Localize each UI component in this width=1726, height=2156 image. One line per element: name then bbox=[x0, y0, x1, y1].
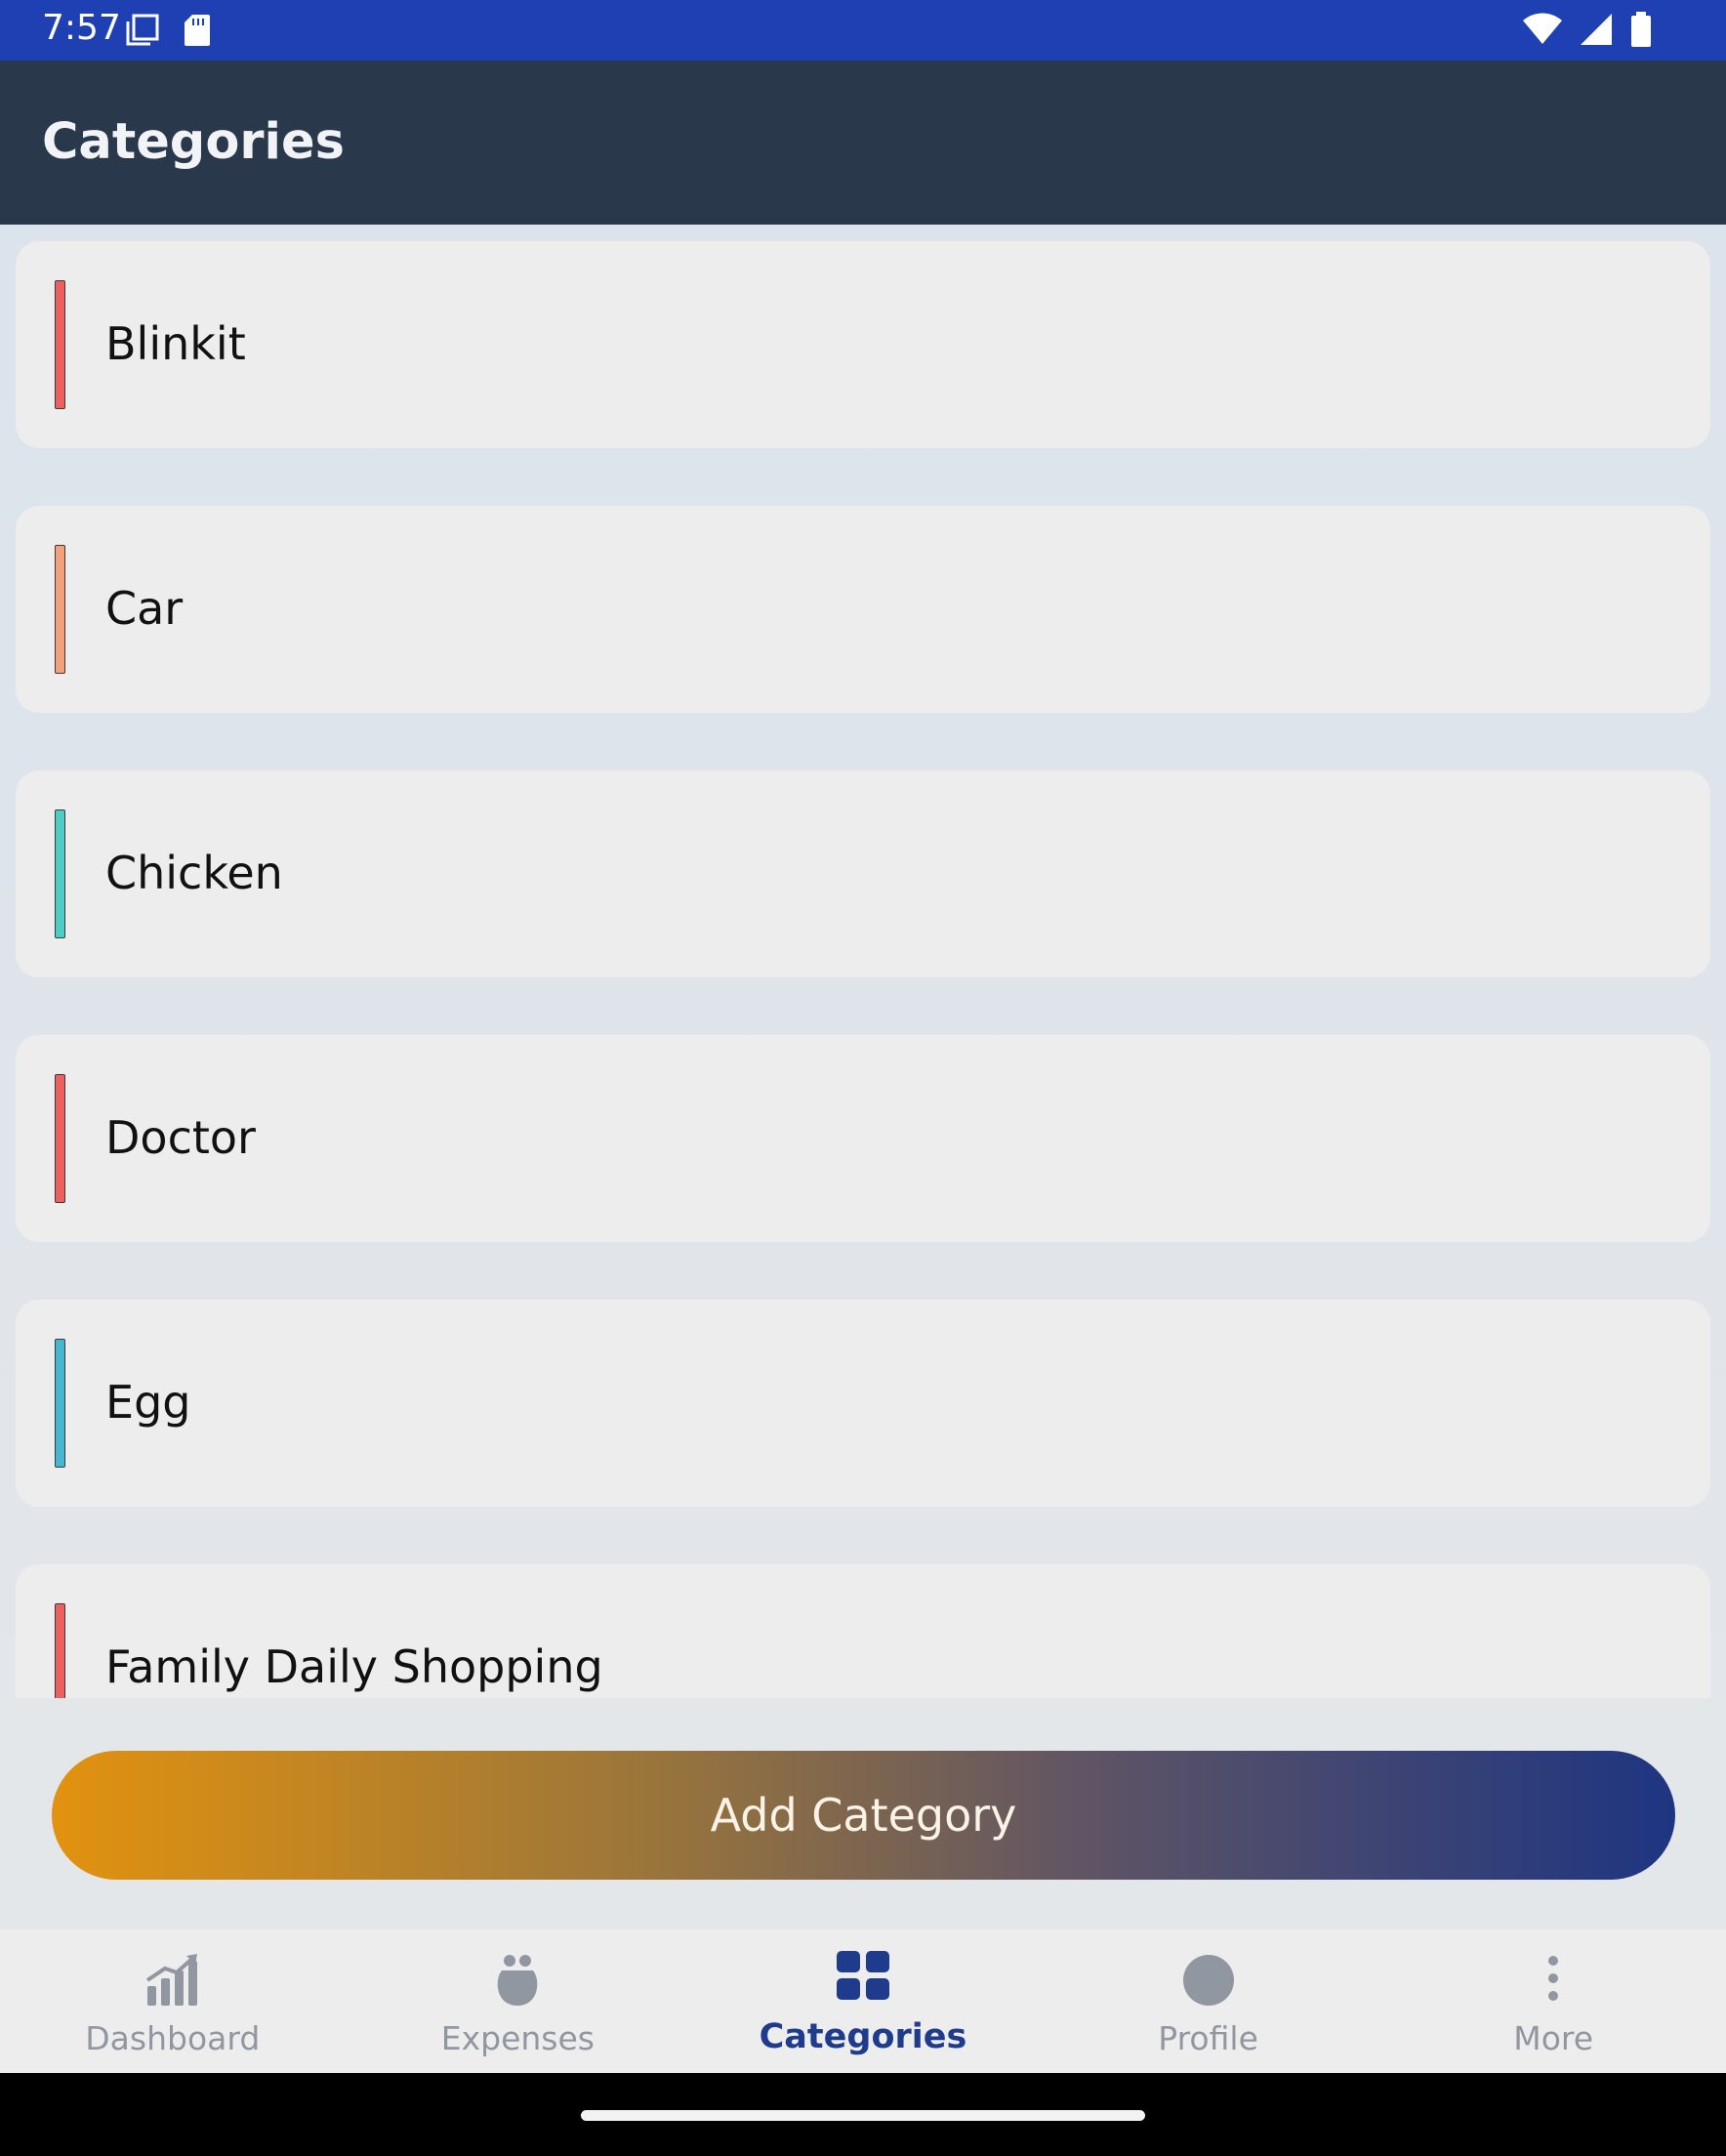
wifi-icon bbox=[1523, 13, 1562, 51]
category-card[interactable]: Family Daily Shopping bbox=[16, 1564, 1710, 1698]
nav-item-expenses[interactable]: Expenses bbox=[346, 1929, 691, 2073]
profile-icon bbox=[1181, 1953, 1236, 2012]
app-bar: Categories bbox=[0, 61, 1726, 225]
signal-icon bbox=[1580, 13, 1613, 51]
category-name: Car bbox=[105, 582, 184, 635]
battery-icon bbox=[1630, 12, 1652, 52]
category-color-bar bbox=[55, 809, 65, 938]
category-card[interactable]: Doctor bbox=[16, 1035, 1710, 1242]
category-card[interactable]: Egg bbox=[16, 1300, 1710, 1507]
nav-label: Profile bbox=[1158, 2019, 1258, 2057]
nav-label: Expenses bbox=[440, 2019, 595, 2057]
category-color-bar bbox=[55, 1603, 65, 1698]
bottom-nav: Dashboard Expenses Categories Profile Mo… bbox=[0, 1929, 1726, 2073]
nav-label: Categories bbox=[759, 2017, 967, 2056]
category-color-bar bbox=[55, 1074, 65, 1203]
category-name: Blinkit bbox=[105, 317, 246, 370]
nav-label: Dashboard bbox=[85, 2019, 261, 2057]
system-navigation-bar bbox=[0, 2073, 1726, 2156]
nav-item-more[interactable]: More bbox=[1380, 1929, 1726, 2073]
category-name: Chicken bbox=[105, 847, 283, 899]
add-category-button[interactable]: Add Category bbox=[52, 1751, 1675, 1880]
nav-item-profile[interactable]: Profile bbox=[1036, 1929, 1381, 2073]
category-card[interactable]: Chicken bbox=[16, 770, 1710, 977]
category-color-bar bbox=[55, 1339, 65, 1468]
bar-chart-icon bbox=[145, 1953, 200, 2012]
category-name: Family Daily Shopping bbox=[105, 1640, 603, 1693]
category-name: Doctor bbox=[105, 1111, 256, 1164]
more-vertical-icon bbox=[1545, 1953, 1561, 2012]
nav-item-categories[interactable]: Categories bbox=[690, 1929, 1036, 2073]
category-card[interactable]: Car bbox=[16, 506, 1710, 713]
category-list[interactable]: Blinkit Car Chicken Doctor Egg Family Da… bbox=[0, 225, 1726, 1698]
nav-item-dashboard[interactable]: Dashboard bbox=[0, 1929, 346, 2073]
page-title: Categories bbox=[42, 113, 345, 171]
expenses-icon bbox=[494, 1953, 541, 2012]
nav-label: More bbox=[1513, 2019, 1594, 2057]
status-bar: 7:57 bbox=[0, 0, 1726, 61]
category-name: Egg bbox=[105, 1376, 191, 1429]
sd-card-icon bbox=[184, 14, 211, 52]
category-color-bar bbox=[55, 545, 65, 674]
screenshot-icon bbox=[125, 14, 160, 52]
gesture-handle[interactable] bbox=[581, 2110, 1145, 2121]
grid-icon bbox=[836, 1951, 889, 2007]
category-card[interactable]: Blinkit bbox=[16, 241, 1710, 448]
add-category-area: Add Category bbox=[0, 1698, 1726, 1929]
category-color-bar bbox=[55, 280, 65, 409]
status-time: 7:57 bbox=[42, 8, 121, 48]
